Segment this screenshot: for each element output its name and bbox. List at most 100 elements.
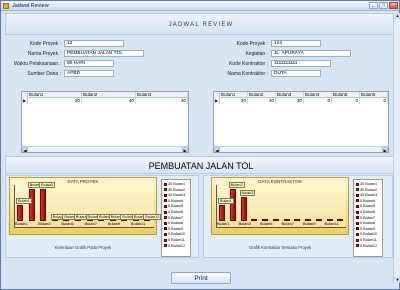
- nama-kontraktor-label: Nama Kontraktor :: [227, 71, 268, 77]
- scroll-left-icon[interactable]: ◀: [214, 147, 220, 152]
- legend-item: 0 Bulan10: [164, 232, 185, 236]
- legend-swatch: [164, 232, 167, 236]
- grid-cell[interactable]: 20: [28, 98, 82, 104]
- legend-swatch: [356, 182, 359, 186]
- legend-label: 20 Bulan1: [168, 182, 186, 186]
- scroll-right-icon[interactable]: ▶: [382, 147, 388, 152]
- waktu-pelaksanaan-field[interactable]: 90 HARI: [64, 60, 114, 67]
- legend-swatch: [356, 244, 359, 248]
- data-label: Bulan3: [39, 182, 55, 188]
- window-title: Jadwal Review: [12, 3, 49, 9]
- x-tick-label: Bulan11: [324, 221, 339, 226]
- legend-item: 0 Bulan4: [356, 199, 375, 203]
- grid-cell[interactable]: 40: [248, 98, 276, 104]
- grid-cell[interactable]: 0: [304, 98, 332, 104]
- grid-cell[interactable]: 0: [360, 98, 388, 104]
- scroll-up-icon[interactable]: ▲: [394, 13, 400, 19]
- legend-label: 40 Bulan2: [168, 187, 186, 192]
- table-row[interactable]: 20 40 40: [28, 98, 188, 104]
- legend-item: 20 Bulan1: [356, 182, 377, 186]
- grid-cell[interactable]: 20: [220, 98, 248, 104]
- chart-bar: [229, 189, 236, 221]
- legend-swatch: [164, 193, 167, 197]
- legend-label: 0 Bulan4: [168, 198, 183, 203]
- close-button[interactable]: ×: [389, 2, 398, 9]
- bulan-grid-kontraktor[interactable]: ▶ Bulan1 Bulan2 Bulan3 Bulan4 Bulan5 Bul…: [213, 91, 389, 153]
- legend-swatch: [164, 188, 167, 192]
- grid-cell[interactable]: 40: [136, 98, 188, 104]
- legend-item: 0 Bulan7: [356, 216, 375, 220]
- grid-cell[interactable]: 40: [82, 98, 136, 104]
- legend-swatch: [164, 182, 167, 186]
- data-label: Bulan1: [16, 198, 32, 204]
- chart-legend: 20 Bulan1 40 Bulan2 40 Bulan3 0 Bulan4 0 Bul…: [161, 179, 191, 257]
- table-row[interactable]: 20 40 30 0 0 0: [220, 98, 388, 104]
- horizontal-scrollbar[interactable]: ◀ ▶: [214, 146, 388, 152]
- legend-swatch: [356, 221, 359, 225]
- page-header: JADWAL REVIEW: [5, 13, 397, 35]
- nama-kontraktor-field[interactable]: DUTA: [271, 70, 321, 77]
- legend-swatch: [164, 227, 167, 231]
- sumber-dana-field[interactable]: APBD: [64, 70, 114, 77]
- legend-item: 40 Bulan2: [164, 188, 185, 192]
- chart-legend: 20 Bulan1 40 Bulan2 30 Bulan3 0 Bulan4 0 Bul…: [353, 179, 383, 257]
- data-label: Bulan12: [143, 214, 162, 220]
- chart-plot-area: Bulan1 Bulan2 Bulan3 Bulan4 Bulan5 Bulan6 Bula…: [14, 182, 162, 228]
- current-row-icon: ▶: [23, 98, 27, 103]
- legend-swatch: [164, 244, 167, 248]
- legend-swatch: [164, 221, 167, 225]
- chart-bar: [272, 219, 279, 221]
- kode-kontraktor-label: Kode Kontraktor :: [229, 61, 268, 67]
- legend-item: 20 Bulan1: [164, 182, 185, 186]
- x-tick-label: Bulan5: [61, 221, 74, 226]
- legend-label: 40 Bulan2: [360, 187, 378, 192]
- chart-bar: [28, 189, 35, 221]
- scroll-right-icon[interactable]: ▶: [182, 147, 188, 152]
- kode-proyek-field[interactable]: 12: [64, 40, 124, 47]
- chart-caption: Ketentuan Grafik Pada Proyek: [54, 245, 112, 250]
- legend-swatch: [356, 188, 359, 192]
- nama-proyek-field[interactable]: PEMBUATAN JALAN TOL: [64, 50, 144, 57]
- data-label: Bulan2: [228, 182, 245, 188]
- vertical-scrollbar[interactable]: ▲ ▼: [393, 13, 400, 283]
- scroll-left-icon[interactable]: ◀: [22, 147, 28, 152]
- minimize-button[interactable]: _: [369, 2, 378, 9]
- legend-label: 0 Bulan4: [360, 198, 375, 203]
- legend-item: 0 Bulan9: [356, 227, 375, 231]
- waktu-pelaksanaan-label: Waktu Pelaksanaan :: [13, 61, 61, 67]
- legend-swatch: [356, 238, 359, 242]
- x-tick-label: Bulan9: [107, 221, 121, 226]
- legend-swatch: [356, 204, 359, 208]
- chart-bar: [40, 189, 47, 221]
- maximize-button[interactable]: □: [379, 2, 388, 9]
- chart-bar: [315, 219, 322, 221]
- app-window: Jadwal Review _ □ × JADWAL REVIEW Kode P…: [0, 0, 400, 290]
- grid-cell[interactable]: 30: [276, 98, 304, 104]
- legend-swatch: [356, 199, 359, 203]
- legend-item: 40 Bulan3: [164, 193, 185, 197]
- x-tick-label: Bulan7: [281, 221, 294, 226]
- kode-proyek-right-field[interactable]: 123: [271, 40, 321, 47]
- print-button[interactable]: Print: [171, 272, 231, 284]
- grid-cell[interactable]: 0: [332, 98, 360, 104]
- project-banner: PEMBUATAN JALAN TOL: [5, 156, 397, 174]
- bulan-grid-proyek[interactable]: ▶ Bulan1 Bulan2 Bulan3 20 40 40 ◀ ▶: [21, 91, 189, 153]
- kode-kontraktor-field[interactable]: 1111111111: [271, 60, 331, 67]
- legend-item: 0 Bulan11: [164, 238, 185, 242]
- legend-label: 20 Bulan1: [360, 182, 378, 186]
- legend-item: 0 Bulan8: [164, 221, 183, 225]
- kegiatan-field[interactable]: JL. APURAYA: [271, 50, 351, 57]
- legend-label: 0 Bulan6: [168, 210, 183, 214]
- chart-caption: Grafik Kontraktor Semasa Proyek: [248, 245, 312, 250]
- legend-swatch: [164, 199, 167, 203]
- legend-swatch: [164, 204, 167, 208]
- legend-swatch: [356, 210, 359, 214]
- horizontal-scrollbar[interactable]: ◀ ▶: [22, 146, 188, 152]
- legend-label: 0 Bulan5: [360, 204, 375, 209]
- legend-label: 0 Bulan9: [360, 226, 375, 231]
- legend-item: 40 Bulan2: [356, 188, 377, 192]
- x-tick-label: Bulan9: [303, 221, 316, 226]
- scroll-down-icon[interactable]: ▼: [394, 277, 400, 283]
- legend-label: 0 Bulan9: [168, 226, 183, 231]
- legend-swatch: [356, 193, 359, 197]
